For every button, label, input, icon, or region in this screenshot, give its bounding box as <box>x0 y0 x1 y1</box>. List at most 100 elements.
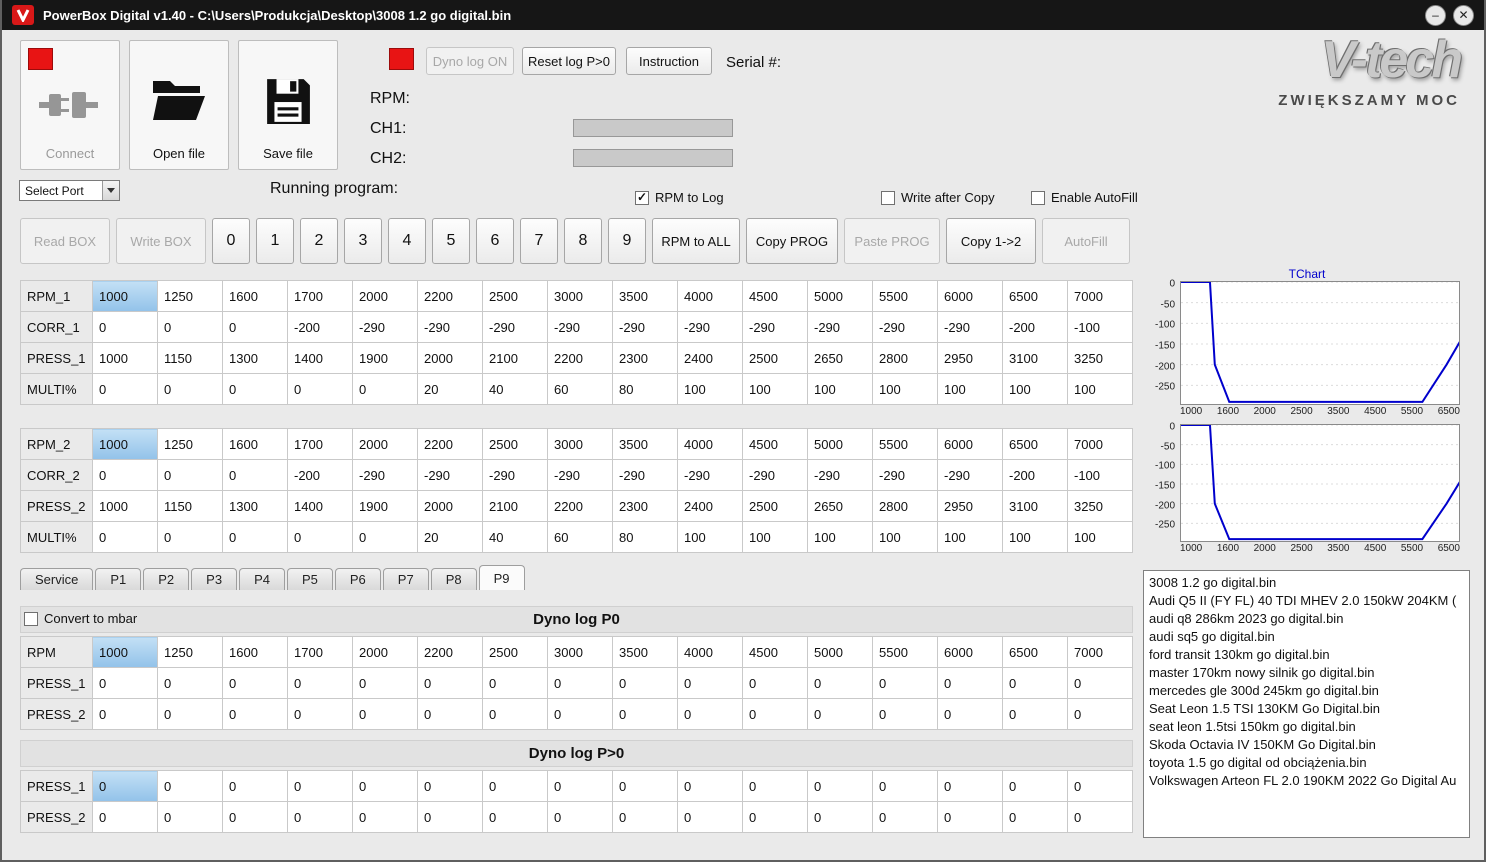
grid-cell[interactable]: 0 <box>157 770 223 802</box>
grid-cell[interactable]: -290 <box>872 459 938 491</box>
grid-cell[interactable]: 0 <box>612 770 678 802</box>
dyno-log-on-button[interactable]: Dyno log ON <box>426 47 514 75</box>
grid-cell[interactable]: 5000 <box>807 636 873 668</box>
grid-cell[interactable]: 0 <box>872 698 938 730</box>
grid-cell[interactable]: 6500 <box>1002 636 1068 668</box>
grid-cell[interactable]: 0 <box>1002 770 1068 802</box>
grid-cell[interactable]: 0 <box>937 698 1003 730</box>
open-file-button[interactable]: Open file <box>129 40 229 170</box>
grid-cell[interactable]: 0 <box>287 667 353 699</box>
grid-cell[interactable]: 40 <box>482 373 548 405</box>
grid-cell[interactable]: 3100 <box>1002 342 1068 374</box>
grid-cell[interactable]: 0 <box>92 770 158 802</box>
grid-cell[interactable]: 6500 <box>1002 428 1068 460</box>
tab-p9[interactable]: P9 <box>478 565 525 590</box>
grid-cell[interactable]: 2100 <box>482 490 548 522</box>
grid-cell[interactable]: 4000 <box>677 636 743 668</box>
close-button[interactable]: ✕ <box>1453 4 1474 26</box>
grid-cell[interactable]: 2650 <box>807 342 873 374</box>
grid-cell[interactable]: 1300 <box>222 490 288 522</box>
grid-cell[interactable]: 0 <box>92 373 158 405</box>
grid-cell[interactable]: 0 <box>677 698 743 730</box>
grid-cell[interactable]: 100 <box>742 521 808 553</box>
grid-cell[interactable]: 100 <box>1002 521 1068 553</box>
grid-cell[interactable]: 1700 <box>287 636 353 668</box>
grid-cell[interactable]: -290 <box>482 311 548 343</box>
grid-cell[interactable]: 0 <box>157 667 223 699</box>
grid-cell[interactable]: 7000 <box>1067 636 1133 668</box>
digit-5-button[interactable]: 5 <box>432 218 470 264</box>
grid-cell[interactable]: -290 <box>547 311 613 343</box>
grid-cell[interactable]: 0 <box>872 667 938 699</box>
grid-cell[interactable]: -290 <box>547 459 613 491</box>
grid-cell[interactable]: 100 <box>1002 373 1068 405</box>
grid-cell[interactable]: 0 <box>677 667 743 699</box>
grid-cell[interactable]: 0 <box>1067 801 1133 833</box>
grid-cell[interactable]: 0 <box>807 698 873 730</box>
grid-cell[interactable]: 0 <box>482 770 548 802</box>
grid-cell[interactable]: 2300 <box>612 490 678 522</box>
grid-cell[interactable]: 0 <box>872 770 938 802</box>
copy-prog-button[interactable]: Copy PROG <box>746 218 838 264</box>
grid-cell[interactable]: 0 <box>157 373 223 405</box>
grid-cell[interactable]: 0 <box>417 801 483 833</box>
grid-cell[interactable]: 5500 <box>872 636 938 668</box>
grid-cell[interactable]: 0 <box>287 801 353 833</box>
grid-cell[interactable]: 0 <box>287 521 353 553</box>
paste-prog-button[interactable]: Paste PROG <box>844 218 940 264</box>
grid-cell[interactable]: 3250 <box>1067 490 1133 522</box>
file-list-item[interactable]: mercedes gle 300d 245km go digital.bin <box>1149 682 1464 700</box>
tab-p1[interactable]: P1 <box>95 568 142 590</box>
grid-cell[interactable]: -200 <box>1002 459 1068 491</box>
grid-cell[interactable]: 3000 <box>547 636 613 668</box>
grid-cell[interactable]: 3500 <box>612 428 678 460</box>
tab-p8[interactable]: P8 <box>430 568 477 590</box>
rpm-to-all-button[interactable]: RPM to ALL <box>652 218 740 264</box>
grid-cell[interactable]: 0 <box>1002 698 1068 730</box>
grid-cell[interactable]: 100 <box>872 373 938 405</box>
file-list-item[interactable]: ford transit 130km go digital.bin <box>1149 646 1464 664</box>
grid-cell[interactable]: -290 <box>937 311 1003 343</box>
grid-cell[interactable]: -290 <box>937 459 1003 491</box>
grid-cell[interactable]: 1250 <box>157 428 223 460</box>
grid-cell[interactable]: 0 <box>807 667 873 699</box>
grid-cell[interactable]: 0 <box>222 373 288 405</box>
grid-cell[interactable]: 2000 <box>352 428 418 460</box>
grid-cell[interactable]: -290 <box>352 459 418 491</box>
grid-cell[interactable]: -290 <box>417 459 483 491</box>
grid-cell[interactable]: 5500 <box>872 428 938 460</box>
grid-cell[interactable]: 0 <box>417 770 483 802</box>
grid-cell[interactable]: 4000 <box>677 280 743 312</box>
grid-cell[interactable]: 0 <box>417 698 483 730</box>
grid-cell[interactable]: 0 <box>222 770 288 802</box>
grid-cell[interactable]: 0 <box>287 698 353 730</box>
write-after-copy-checkbox[interactable] <box>881 190 895 205</box>
file-list-item[interactable]: audi q8 286km 2023 go digital.bin <box>1149 610 1464 628</box>
grid-cell[interactable]: -290 <box>677 311 743 343</box>
grid-cell[interactable]: 40 <box>482 521 548 553</box>
grid-cell[interactable]: -100 <box>1067 311 1133 343</box>
grid-cell[interactable]: 2000 <box>352 636 418 668</box>
grid-cell[interactable]: -290 <box>612 311 678 343</box>
grid-cell[interactable]: 2000 <box>352 280 418 312</box>
grid-cell[interactable]: 6000 <box>937 280 1003 312</box>
digit-9-button[interactable]: 9 <box>608 218 646 264</box>
grid-cell[interactable]: 0 <box>222 521 288 553</box>
grid-cell[interactable]: 1150 <box>157 490 223 522</box>
grid-cell[interactable]: 2200 <box>547 490 613 522</box>
grid-cell[interactable]: 0 <box>157 698 223 730</box>
tab-p4[interactable]: P4 <box>239 568 285 590</box>
grid-cell[interactable]: 0 <box>352 373 418 405</box>
minimize-button[interactable]: – <box>1425 4 1446 26</box>
copy-1-to-2-button[interactable]: Copy 1->2 <box>946 218 1036 264</box>
tab-p6[interactable]: P6 <box>334 568 381 590</box>
grid-cell[interactable]: 1900 <box>352 342 418 374</box>
grid-cell[interactable]: 5500 <box>872 280 938 312</box>
tab-p2[interactable]: P2 <box>143 568 190 590</box>
grid-cell[interactable]: 2200 <box>547 342 613 374</box>
digit-3-button[interactable]: 3 <box>344 218 382 264</box>
file-list-item[interactable]: seat leon 1.5tsi 150km go digital.bin <box>1149 718 1464 736</box>
grid-cell[interactable]: 1000 <box>92 428 158 460</box>
grid-cell[interactable]: 2500 <box>482 428 548 460</box>
grid-cell[interactable]: 3100 <box>1002 490 1068 522</box>
